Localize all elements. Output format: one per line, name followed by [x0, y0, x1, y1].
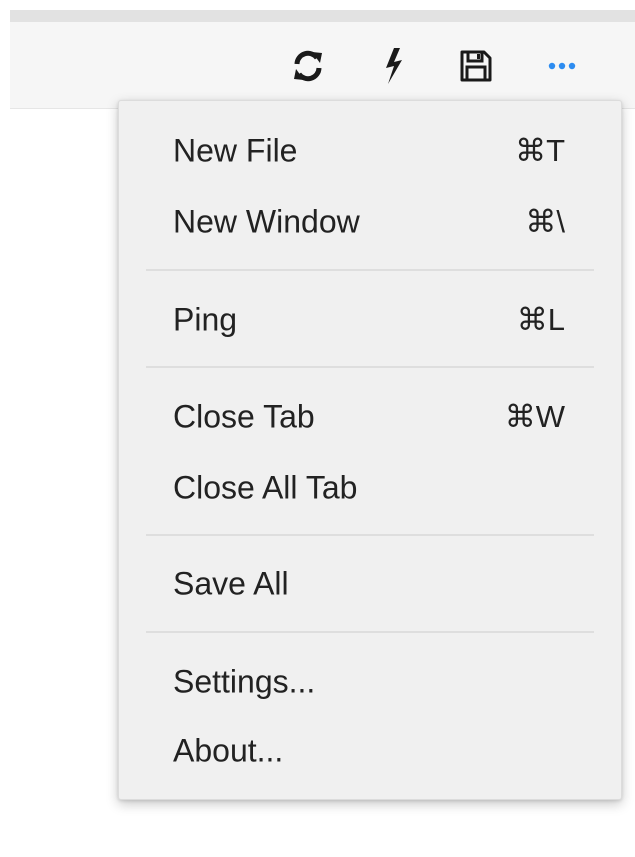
menu-item-close-tab[interactable]: Close Tab ⌘W	[119, 389, 621, 445]
menu-item-shortcut: ⌘T	[515, 133, 565, 168]
menu-item-close-all-tab[interactable]: Close All Tab	[119, 460, 621, 516]
refresh-icon	[291, 49, 325, 83]
menu-item-label: New Window	[173, 203, 360, 240]
menu-item-about[interactable]: About...	[119, 723, 621, 779]
more-button[interactable]	[540, 44, 584, 88]
menu-item-shortcut: ⌘L	[516, 302, 565, 337]
menu-separator	[146, 631, 594, 633]
menu-item-label: Close All Tab	[173, 469, 358, 506]
menu-item-save-all[interactable]: Save All	[119, 556, 621, 612]
dropdown-menu: New File ⌘T New Window ⌘\ Ping ⌘L Close …	[118, 100, 622, 800]
menu-item-new-file[interactable]: New File ⌘T	[119, 123, 621, 179]
menu-separator	[146, 534, 594, 536]
menu-item-shortcut: ⌘W	[504, 399, 565, 434]
lightning-button[interactable]	[372, 44, 416, 88]
menu-item-shortcut: ⌘\	[525, 204, 565, 239]
menu-item-label: Save All	[173, 565, 289, 602]
menu-item-label: New File	[173, 132, 298, 169]
menu-item-label: Settings...	[173, 663, 316, 700]
save-icon	[459, 49, 493, 83]
menu-separator	[146, 366, 594, 368]
window-top-border	[10, 10, 635, 22]
save-button[interactable]	[454, 44, 498, 88]
menu-item-settings[interactable]: Settings...	[119, 654, 621, 710]
menu-item-new-window[interactable]: New Window ⌘\	[119, 194, 621, 250]
menu-item-label: Ping	[173, 301, 238, 338]
refresh-button[interactable]	[286, 44, 330, 88]
menu-separator	[146, 269, 594, 271]
menu-item-ping[interactable]: Ping ⌘L	[119, 292, 621, 348]
menu-item-label: Close Tab	[173, 398, 315, 435]
toolbar	[10, 22, 635, 109]
more-icon	[547, 61, 577, 71]
lightning-icon	[380, 46, 408, 86]
menu-item-label: About...	[173, 732, 284, 769]
